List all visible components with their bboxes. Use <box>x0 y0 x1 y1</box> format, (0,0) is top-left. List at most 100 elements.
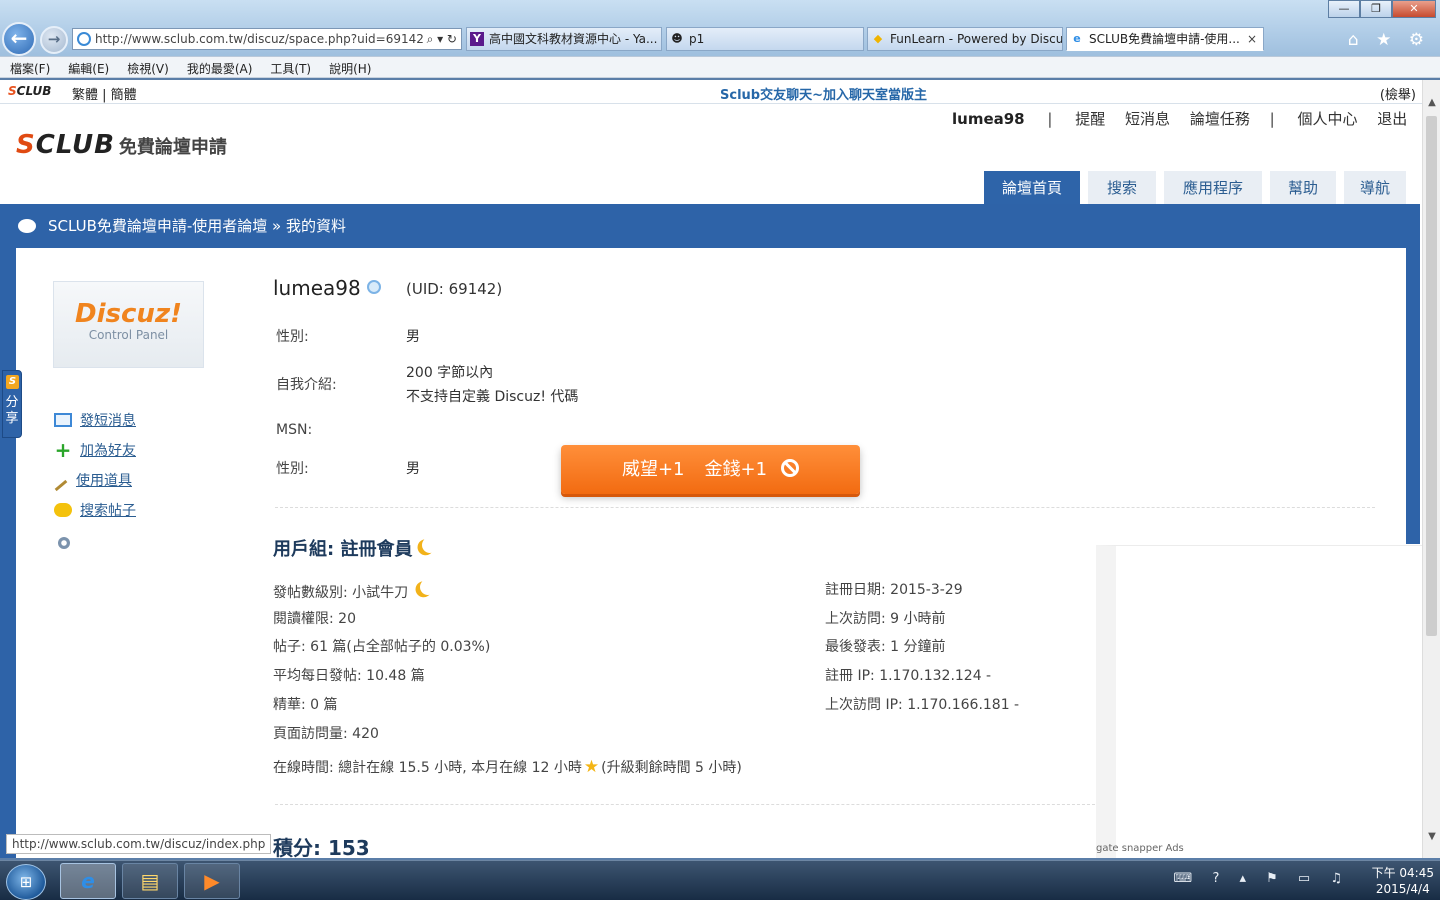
menu-bar: 檔案(F) 編輯(E) 檢視(V) 我的最愛(A) 工具(T) 說明(H) <box>0 56 1440 78</box>
read-permission: 閱讀權限: 20 <box>273 611 356 627</box>
gear-icon[interactable] <box>58 537 70 549</box>
mini-logo[interactable]: SCLUB <box>8 84 51 98</box>
msn-label: MSN: <box>276 422 313 438</box>
online-status-icon <box>366 280 381 294</box>
menu-help[interactable]: 說明(H) <box>319 57 379 77</box>
menu-file[interactable]: 檔案(F) <box>0 57 58 77</box>
browser-chrome: — ❐ ✕ ← → http://www.sclub.com.tw/discuz… <box>0 0 1440 78</box>
tab-apps[interactable]: 應用程序 <box>1164 171 1262 204</box>
start-button[interactable]: ⊞ <box>6 864 46 900</box>
no-entry-icon[interactable] <box>781 459 800 477</box>
divider <box>275 507 1375 508</box>
scroll-thumb[interactable] <box>1426 116 1437 636</box>
address-tools-icons[interactable]: ⌕ ▾ ↻ <box>422 29 457 49</box>
nav-username[interactable]: lumea98 <box>952 110 1025 128</box>
breadcrumb[interactable]: SCLUB免費論壇申請-使用者論壇 » 我的資料 <box>48 217 346 235</box>
tab-label: p1 <box>689 32 705 46</box>
vertical-scrollbar[interactable]: ▲ ▼ <box>1422 80 1440 858</box>
close-tab-icon[interactable]: × <box>1247 28 1257 50</box>
scroll-up-icon[interactable]: ▲ <box>1423 94 1440 112</box>
bubble-icon: ◆ <box>873 32 883 45</box>
bubble-icon <box>54 503 72 517</box>
address-bar[interactable]: http://www.sclub.com.tw/discuz/space.php… <box>72 28 462 50</box>
last-post: 最後發表: 1 分鐘前 <box>825 639 946 655</box>
avatar: Discuz! Control Panel <box>53 281 204 368</box>
minimize-button[interactable]: — <box>1328 0 1360 18</box>
online-time-text: 在線時間: 總計在線 15.5 小時, 本月在線 12 小時 <box>273 760 582 776</box>
nav-separator: | <box>1047 110 1053 128</box>
forward-button[interactable]: → <box>40 26 68 54</box>
gender2-label: 性別: <box>276 461 309 477</box>
language-switch[interactable]: 繁體 | 簡體 <box>72 84 137 103</box>
report-link[interactable]: (檢舉) <box>1380 84 1416 103</box>
post-level-text: 發帖數級別: 小試牛刀 <box>273 585 409 601</box>
restore-button[interactable]: ❐ <box>1360 0 1392 18</box>
online-time: 在線時間: 總計在線 15.5 小時, 本月在線 12 小時 ★ (升級剩餘時間 5… <box>273 757 742 777</box>
profile-username-text: lumea98 <box>273 276 361 300</box>
profile-username: lumea98 <box>273 276 381 300</box>
intro-line2: 不支持自定義 Discuz! 代碼 <box>406 389 579 405</box>
send-message-link[interactable]: 發短消息 <box>54 410 136 430</box>
sidebar-item-label: 搜索帖子 <box>80 503 136 519</box>
avatar-icon: ☻ <box>671 32 683 45</box>
tab-navigation[interactable]: 導航 <box>1344 171 1406 204</box>
posts-count: 帖子: 61 篇(占全部帖子的 0.03%) <box>273 639 491 655</box>
user-nav: lumea98 | 提醒 短消息 論壇任務 | 個人中心 退出 <box>952 108 1422 129</box>
nav-messages[interactable]: 短消息 <box>1125 110 1170 128</box>
mail-icon <box>54 413 72 427</box>
menu-tools[interactable]: 工具(T) <box>260 57 319 77</box>
tab-label: FunLearn - Powered by Discuz! <box>890 32 1063 46</box>
add-friend-link[interactable]: + 加為好友 <box>54 440 136 460</box>
sidebar-item-label: 使用道具 <box>76 473 132 489</box>
logo-s: S <box>16 130 36 160</box>
mini-logo-s: S <box>8 84 17 98</box>
explorer-taskbar-icon[interactable]: ▤ <box>122 863 178 899</box>
breadcrumb-bar: SCLUB免費論壇申請-使用者論壇 » 我的資料 <box>0 204 1420 248</box>
tab-yahoo[interactable]: Y 高中國文科教材資源中心 - Ya... <box>466 27 662 51</box>
moon-icon <box>421 536 440 555</box>
tab-search[interactable]: 搜索 <box>1088 171 1156 204</box>
promo-link[interactable]: Sclub交友聊天~加入聊天室當版主 <box>720 84 927 103</box>
user-group-title: 用戶組: 註冊會員 <box>273 535 438 561</box>
star-icon: ★ <box>583 757 600 777</box>
digest-count: 精華: 0 篇 <box>273 697 338 713</box>
gender-label: 性別: <box>276 329 309 345</box>
nav-logout[interactable]: 退出 <box>1377 110 1407 128</box>
tab-p1[interactable]: ☻ p1 <box>666 27 864 51</box>
profile-uid: (UID: 69142) <box>406 280 503 298</box>
forward-arrow-icon: → <box>47 30 61 48</box>
home-favorites-tools-icons[interactable]: ⌂ ★ ⚙ <box>1348 30 1430 50</box>
intro-line1: 200 字節以內 <box>406 365 494 381</box>
clock[interactable]: 下午 04:45 2015/4/4 <box>1372 865 1434 897</box>
nav-usercenter[interactable]: 個人中心 <box>1297 110 1357 128</box>
use-item-link[interactable]: 使用道具 <box>54 470 132 492</box>
register-date: 註冊日期: 2015-3-29 <box>825 582 963 598</box>
reward-button[interactable]: 威望+1 金錢+1 <box>561 445 860 494</box>
register-ip: 註冊 IP: 1.170.132.124 - <box>825 668 992 684</box>
search-posts-link[interactable]: 搜索帖子 <box>54 500 136 520</box>
tab-sclub[interactable]: e SCLUB免費論壇申請-使用... × <box>1066 27 1264 51</box>
ad-area[interactable]: gate snapper Ads <box>1096 545 1422 858</box>
nav-tasks[interactable]: 論壇任務 <box>1190 110 1250 128</box>
tab-label: SCLUB免費論壇申請-使用... <box>1089 32 1240 46</box>
frame-left <box>0 248 16 858</box>
site-logo[interactable]: SCLUB 免費論壇申請 <box>16 130 227 160</box>
close-window-button[interactable]: ✕ <box>1392 0 1436 18</box>
avatar-logo-subtext: Control Panel <box>88 328 169 342</box>
menu-favorites[interactable]: 我的最愛(A) <box>177 57 261 77</box>
tab-help[interactable]: 幫助 <box>1270 171 1336 204</box>
system-tray-icons[interactable]: ⌨ ? ▴ ⚑ ▭ ♫ <box>1174 871 1350 886</box>
menu-edit[interactable]: 編輯(E) <box>58 57 117 77</box>
menu-view[interactable]: 檢視(V) <box>117 57 177 77</box>
tab-forum-home[interactable]: 論壇首頁 <box>984 171 1080 204</box>
ie-page-icon <box>77 32 91 46</box>
scroll-down-icon[interactable]: ▼ <box>1423 828 1440 846</box>
ie-taskbar-icon[interactable]: e <box>60 863 116 899</box>
prestige-plus-label: 威望+1 <box>621 459 685 480</box>
tab-funlearn[interactable]: ◆ FunLearn - Powered by Discuz! <box>867 27 1063 51</box>
media-player-taskbar-icon[interactable]: ▶ <box>184 863 240 899</box>
nav-remind[interactable]: 提醒 <box>1075 110 1105 128</box>
back-button[interactable]: ← <box>2 22 36 56</box>
share-tab[interactable]: S 分享 <box>2 370 22 438</box>
wand-icon <box>54 479 68 492</box>
